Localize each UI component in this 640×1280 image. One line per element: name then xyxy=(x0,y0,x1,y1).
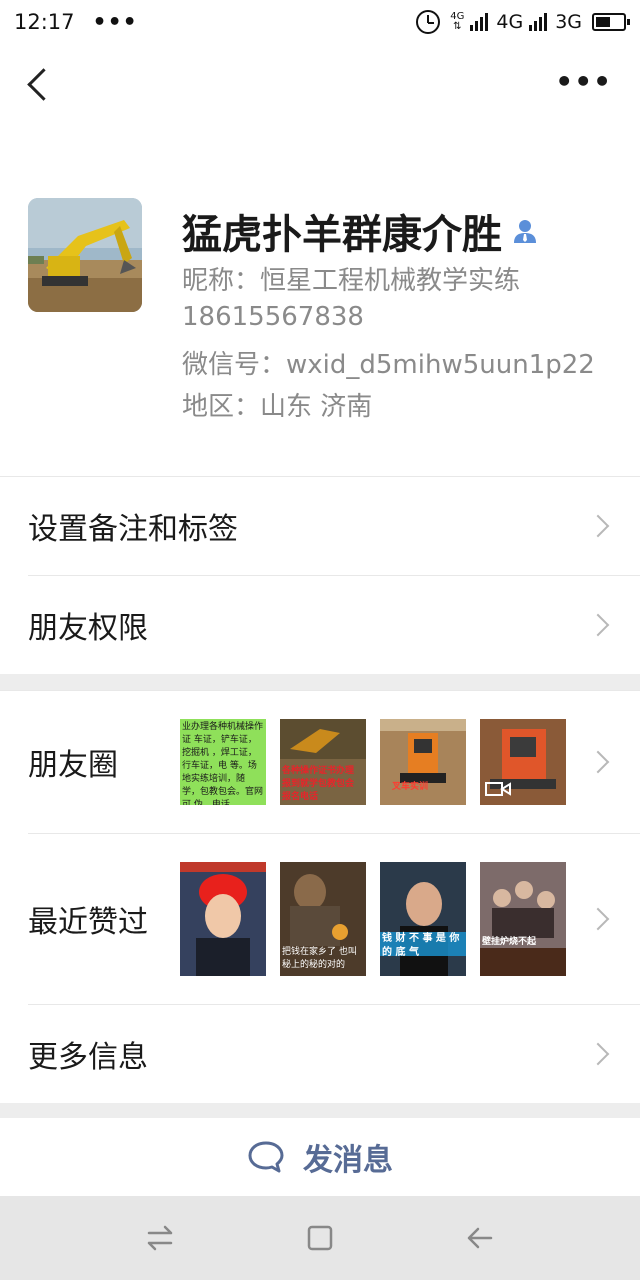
status-bar: 12:17 ••• 4G ⇅ 4G 3G xyxy=(0,0,640,44)
phone-number[interactable]: 18615567838 xyxy=(182,302,364,332)
liked-post-text: 壁挂炉烧不起 xyxy=(482,937,537,947)
system-navigation-bar xyxy=(0,1196,640,1280)
contact-name: 猛虎扑羊群康介胜 xyxy=(182,212,502,258)
send-message-button[interactable]: 发消息 xyxy=(0,1118,640,1196)
wechat-id: 微信号：wxid_d5mihw5uun1p22 xyxy=(182,350,595,380)
battery-level xyxy=(596,17,610,27)
profile-header: 猛虎扑羊群康介胜 昵称：恒星工程机械教学实练 18615567838 微信号：w… xyxy=(0,180,640,476)
moments-row[interactable]: 朋友圈 业办理各种机械操作证 车证，铲车证，挖掘机 ，焊工证，行车证，电 等。场… xyxy=(0,691,640,833)
moment-thumbnail-text: 叉车实训 xyxy=(392,782,429,792)
alarm-icon xyxy=(416,10,441,34)
recent-likes-thumbnails: 把钱在家乡了 也叫秘上的秘的对的 钱 财 不 事 是 你 的 底 气 壁挂炉烧不… xyxy=(180,862,566,976)
liked-post-thumbnail[interactable]: 壁挂炉烧不起 xyxy=(480,862,566,976)
status-icons: 4G ⇅ 4G 3G xyxy=(416,10,630,34)
chevron-right-icon xyxy=(586,750,610,774)
section-gap xyxy=(0,1103,640,1118)
signal-icon xyxy=(470,13,489,31)
remark-tags-row[interactable]: 设置备注和标签 xyxy=(0,477,640,575)
battery-icon xyxy=(592,13,630,31)
recent-likes-label: 最近赞过 xyxy=(28,905,148,940)
recent-apps-icon[interactable] xyxy=(146,1224,174,1252)
more-info-label: 更多信息 xyxy=(28,1040,148,1075)
remark-tags-label: 设置备注和标签 xyxy=(28,512,238,547)
more-info-row[interactable]: 更多信息 xyxy=(0,1005,640,1103)
liked-post-thumbnail[interactable] xyxy=(180,862,266,976)
nickname-text: 昵称：恒星工程机械教学实练 xyxy=(182,266,521,296)
network-3g-label: 3G xyxy=(555,11,582,33)
back-button[interactable] xyxy=(18,62,58,108)
section-gap xyxy=(0,674,640,690)
moment-thumbnail[interactable]: 各种操作证书办理 报到就学包教包会 报名电话 xyxy=(280,719,366,805)
send-message-label: 发消息 xyxy=(303,1143,393,1178)
moment-thumbnail-text: 业办理各种机械操作证 车证，铲车证，挖掘机 ，焊工证，行车证，电 等。场地实练培… xyxy=(182,722,264,805)
chevron-right-icon xyxy=(586,514,610,538)
moment-video-thumbnail[interactable] xyxy=(480,719,566,805)
notification-dots: ••• xyxy=(92,9,138,35)
name-row: 猛虎扑羊群康介胜 xyxy=(182,202,538,260)
friend-permissions-row[interactable]: 朋友权限 xyxy=(0,576,640,674)
avatar[interactable] xyxy=(28,198,142,312)
network-type-icon: 4G ⇅ xyxy=(450,12,464,32)
moments-label: 朋友圈 xyxy=(28,748,118,783)
recent-likes-row[interactable]: 最近赞过 把钱在家乡了 也叫秘上的秘的对的 钱 财 不 事 是 你 的 底 气 … xyxy=(0,834,640,1004)
network-4g-label: 4G xyxy=(496,11,524,33)
chat-bubble-icon xyxy=(248,1141,284,1173)
more-options-button[interactable]: ••• xyxy=(555,68,612,96)
liked-post-thumbnail[interactable]: 把钱在家乡了 也叫秘上的秘的对的 xyxy=(280,862,366,976)
moment-thumbnail[interactable]: 叉车实训 xyxy=(380,719,466,805)
chevron-right-icon xyxy=(586,907,610,931)
chevron-right-icon xyxy=(586,613,610,637)
friend-permissions-label: 朋友权限 xyxy=(28,611,148,646)
moment-thumbnail[interactable]: 业办理各种机械操作证 车证，铲车证，挖掘机 ，焊工证，行车证，电 等。场地实练培… xyxy=(180,719,266,805)
chevron-right-icon xyxy=(586,1042,610,1066)
region-text: 地区：山东 济南 xyxy=(182,392,373,422)
home-icon[interactable] xyxy=(306,1224,334,1252)
moments-thumbnails: 业办理各种机械操作证 车证，铲车证，挖掘机 ，焊工证，行车证，电 等。场地实练培… xyxy=(180,719,566,805)
nav-bar: ••• xyxy=(0,50,640,120)
male-gender-icon xyxy=(512,218,538,244)
signal-icon-2 xyxy=(529,13,548,31)
data-arrows-icon: ⇅ xyxy=(453,21,462,32)
back-nav-icon[interactable] xyxy=(466,1224,494,1252)
status-time: 12:17 xyxy=(14,10,75,34)
liked-post-thumbnail[interactable]: 钱 财 不 事 是 你 的 底 气 xyxy=(380,862,466,976)
